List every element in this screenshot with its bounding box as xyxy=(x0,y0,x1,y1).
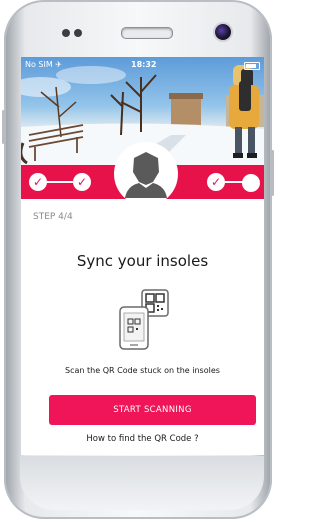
phone-chin xyxy=(20,456,264,510)
front-camera xyxy=(215,24,231,40)
earpiece-speaker xyxy=(121,27,173,39)
find-qr-help-link[interactable]: How to find the QR Code ? xyxy=(21,434,264,444)
progress-steps-right: ✓ xyxy=(207,173,261,192)
status-time: 18:32 xyxy=(131,60,157,69)
power-button xyxy=(2,110,5,144)
progress-connector xyxy=(225,181,243,183)
page-title: Sync your insoles xyxy=(76,252,209,270)
current-step-dot xyxy=(242,174,260,192)
light-sensor xyxy=(74,29,82,37)
status-bar: No SIM ✈ 18:32 xyxy=(21,57,264,73)
proximity-sensor xyxy=(62,29,70,37)
step-indicator: STEP 4/4 xyxy=(33,212,73,222)
phone-screen: No SIM ✈ 18:32 ✓ ✓ ✓ STEP 4/4 Sync your … xyxy=(21,57,264,455)
avatar xyxy=(114,142,178,206)
user-avatar-icon xyxy=(125,152,167,198)
battery-icon xyxy=(244,62,260,70)
phone-frame: No SIM ✈ 18:32 ✓ ✓ ✓ STEP 4/4 Sync your … xyxy=(2,0,274,519)
check-icon: ✓ xyxy=(207,173,225,191)
carrier-label: No SIM ✈ xyxy=(25,60,63,69)
progress-steps-left: ✓ ✓ xyxy=(29,173,99,191)
start-scanning-button[interactable]: START SCANNING xyxy=(49,395,256,425)
check-icon: ✓ xyxy=(73,173,91,191)
instruction-text: Scan the QR Code stuck on the insoles xyxy=(65,366,220,375)
check-icon: ✓ xyxy=(29,173,47,191)
volume-button xyxy=(271,150,274,196)
progress-connector xyxy=(47,181,73,183)
qr-phone-scan-icon xyxy=(116,289,171,351)
